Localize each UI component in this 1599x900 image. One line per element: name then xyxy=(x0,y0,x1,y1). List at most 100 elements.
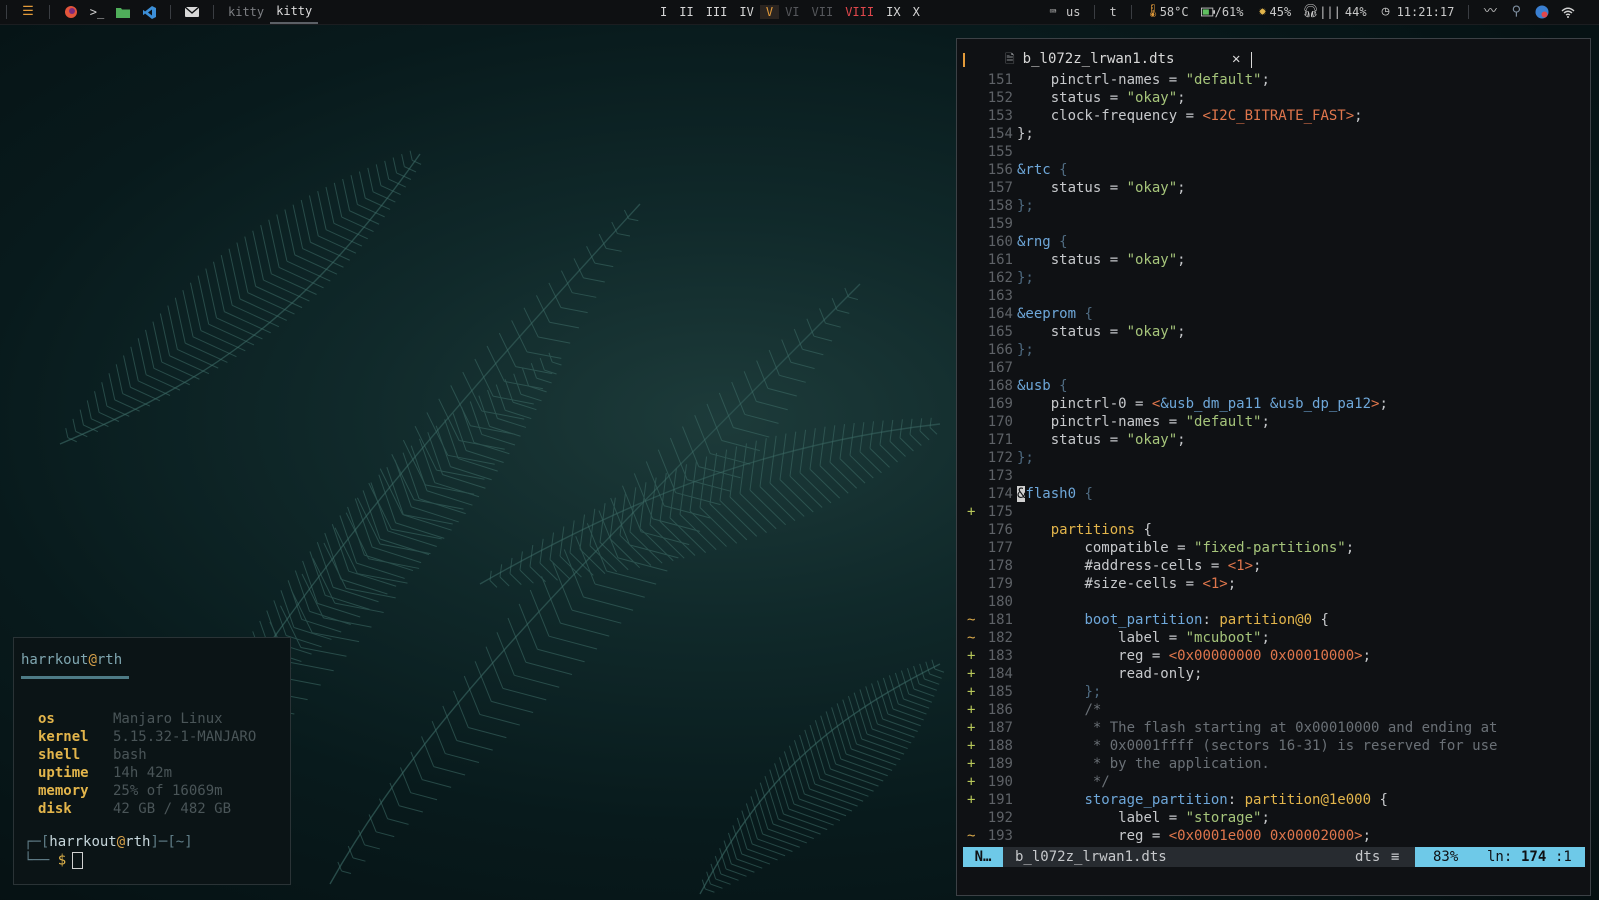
code-line[interactable]: 156 &rtc { xyxy=(957,161,1590,179)
activity-icon[interactable]: 〰 xyxy=(1483,5,1497,19)
code-line[interactable]: +183 reg = <0x00000000 0x00010000>; xyxy=(957,647,1590,665)
code-line[interactable]: 157 status = "okay"; xyxy=(957,179,1590,197)
workspace-9[interactable]: IX xyxy=(880,5,906,19)
workspace-4[interactable]: IV xyxy=(733,5,759,19)
line-text: label = "mcuboot"; xyxy=(1017,629,1270,647)
code-line[interactable]: 170 pinctrl-names = "default"; xyxy=(957,413,1590,431)
workspace-1[interactable]: I xyxy=(654,5,673,19)
workspace-7[interactable]: VII xyxy=(806,5,840,19)
code-token: { xyxy=(1050,234,1068,250)
code-token: status = xyxy=(1050,252,1127,268)
t-indicator[interactable]: t xyxy=(1103,5,1122,19)
code-line[interactable]: +189 * by the application. xyxy=(957,755,1590,773)
code-line[interactable]: 180 xyxy=(957,593,1590,611)
window-title-kitty[interactable]: kitty xyxy=(222,5,270,19)
terminal-icon[interactable]: >_ xyxy=(90,5,104,19)
line-text: label = "storage"; xyxy=(1017,809,1270,827)
location-icon[interactable]: ⚲ xyxy=(1509,5,1523,19)
neovim-editor-window[interactable]: 🗎︎ b_l072z_lrwan1.dts ✕ 151 pinctrl-names… xyxy=(956,38,1591,896)
code-line[interactable]: 192 label = "storage"; xyxy=(957,809,1590,827)
tab-close-icon[interactable]: ✕ xyxy=(1232,49,1240,69)
workspace-10[interactable]: X xyxy=(907,5,926,19)
volume-bar-icon[interactable]: ||| xyxy=(1317,5,1343,19)
line-number: 156 xyxy=(987,162,1013,178)
shell-input-line[interactable]: └── $ xyxy=(24,852,84,869)
code-line[interactable]: 154}; xyxy=(957,125,1590,143)
workspace-2[interactable]: II xyxy=(673,5,699,19)
code-line[interactable]: 178 #address-cells = <1>; xyxy=(957,557,1590,575)
line-number: 172 xyxy=(987,450,1013,466)
code-token: clock-frequency = xyxy=(1050,108,1203,124)
code-line[interactable]: 177 compatible = "fixed-partitions"; xyxy=(957,539,1590,557)
clock[interactable]: 11:21:17 xyxy=(1393,5,1461,19)
brightness-readout[interactable]: 45% xyxy=(1270,5,1298,19)
code-line[interactable]: ~181 boot_partition: partition@0 { xyxy=(957,611,1590,629)
line-number: 159 xyxy=(987,216,1013,232)
notification-icon[interactable] xyxy=(1535,5,1549,19)
vscode-icon[interactable] xyxy=(142,5,156,19)
code-token: { xyxy=(1371,792,1388,808)
position-block: 83% ln: 174 :1 xyxy=(1415,847,1585,867)
code-line[interactable]: 174 &flash0 { xyxy=(957,485,1590,503)
code-token: #size-cells = xyxy=(1084,576,1203,592)
code-line[interactable]: 159 xyxy=(957,215,1590,233)
code-line[interactable]: 163 xyxy=(957,287,1590,305)
keyboard-layout[interactable]: us xyxy=(1066,5,1086,19)
code-line[interactable]: ~193 reg = <0x0001e000 0x00002000>; xyxy=(957,827,1590,845)
code-token: : xyxy=(1227,792,1245,808)
code-line[interactable]: +175 xyxy=(957,503,1590,521)
code-line[interactable]: 165 status = "okay"; xyxy=(957,323,1590,341)
code-line[interactable]: +187 * The flash starting at 0x00010000 … xyxy=(957,719,1590,737)
code-line[interactable]: 166}; xyxy=(957,341,1590,359)
code-buffer[interactable]: 151 pinctrl-names = "default"; 152 status… xyxy=(957,71,1590,845)
code-line[interactable]: 171 status = "okay"; xyxy=(957,431,1590,449)
code-line[interactable]: 172}; xyxy=(957,449,1590,467)
wifi-icon[interactable] xyxy=(1561,5,1575,19)
code-line[interactable]: 168 &usb { xyxy=(957,377,1590,395)
code-line[interactable]: +188 * 0x0001ffff (sectors 16-31) is res… xyxy=(957,737,1590,755)
folder-icon[interactable] xyxy=(116,5,130,19)
code-line[interactable]: 179 #size-cells = <1>; xyxy=(957,575,1590,593)
code-line[interactable]: +186 /* xyxy=(957,701,1590,719)
code-token: { xyxy=(1050,162,1068,178)
thermometer-icon: 🌡︎ xyxy=(1144,4,1161,19)
code-line[interactable]: 161 status = "okay"; xyxy=(957,251,1590,269)
code-token: &rng xyxy=(1017,234,1051,250)
divider xyxy=(1130,5,1132,19)
volume-readout[interactable]: 44% xyxy=(1343,5,1373,19)
code-line[interactable]: +184 read-only; xyxy=(957,665,1590,683)
workspace-3[interactable]: III xyxy=(700,5,734,19)
code-line[interactable]: 160 &rng { xyxy=(957,233,1590,251)
code-line[interactable]: 162}; xyxy=(957,269,1590,287)
code-line[interactable]: 158}; xyxy=(957,197,1590,215)
code-line[interactable]: 173 xyxy=(957,467,1590,485)
info-row-kernel: kernel 5.15.32-1-MANJARO xyxy=(38,729,257,745)
firefox-icon[interactable] xyxy=(64,5,78,19)
code-line[interactable]: 169 pinctrl-0 = <&usb_dm_pa11 &usb_dp_pa… xyxy=(957,395,1590,413)
line-number: 166 xyxy=(987,342,1013,358)
tab-filename: b_l072z_lrwan1.dts xyxy=(1022,51,1175,67)
code-line[interactable]: 153 clock-frequency = <I2C_BITRATE_FAST>… xyxy=(957,107,1590,125)
workspace-8[interactable]: VIII xyxy=(839,5,880,19)
mail-icon[interactable] xyxy=(185,5,199,19)
code-token: pinctrl-names = xyxy=(1050,72,1186,88)
code-line[interactable]: ~182 label = "mcuboot"; xyxy=(957,629,1590,647)
workspace-6[interactable]: VI xyxy=(779,5,805,19)
code-line[interactable]: +190 */ xyxy=(957,773,1590,791)
fetch-terminal-window[interactable]: harrkout@rth os Manjaro Linux kernel 5.15.… xyxy=(13,637,291,885)
code-line[interactable]: 151 pinctrl-names = "default"; xyxy=(957,71,1590,89)
code-line[interactable]: +191 storage_partition: partition@1e000 … xyxy=(957,791,1590,809)
menu-icon[interactable]: ☰ xyxy=(21,5,35,19)
code-line[interactable]: 167 xyxy=(957,359,1590,377)
code-line[interactable]: 164 &eeprom { xyxy=(957,305,1590,323)
line-number: 174 xyxy=(987,486,1013,502)
code-line[interactable]: +185 }; xyxy=(957,683,1590,701)
code-line[interactable]: 152 status = "okay"; xyxy=(957,89,1590,107)
code-line[interactable]: 176 partitions { xyxy=(957,521,1590,539)
code-line[interactable]: 155 xyxy=(957,143,1590,161)
window-title-kitty-active[interactable]: kitty xyxy=(270,0,319,24)
workspace-5[interactable]: V xyxy=(759,5,780,19)
tab-file[interactable]: 🗎︎ b_l072z_lrwan1.dts xyxy=(1005,49,1174,69)
